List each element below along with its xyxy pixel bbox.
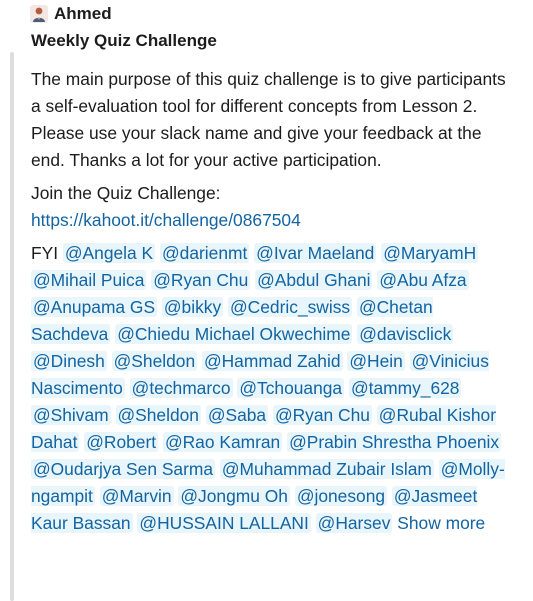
message: Ahmed Weekly Quiz Challenge The main pur…: [10, 0, 525, 601]
user-mention[interactable]: @Sheldon: [115, 405, 201, 425]
user-mention[interactable]: @Harsev: [315, 513, 393, 533]
author-name[interactable]: Ahmed: [54, 4, 112, 24]
attachment-description: The main purpose of this quiz challenge …: [31, 69, 506, 170]
user-mention[interactable]: @Rao Kamran: [162, 432, 283, 452]
user-mention[interactable]: @Sheldon: [111, 351, 198, 371]
fyi-paragraph: FYI @Angela K @darienmt @Ivar Maeland @M…: [31, 240, 511, 537]
author-row: Ahmed: [30, 3, 112, 25]
attachment-title: Weekly Quiz Challenge: [31, 31, 217, 50]
user-mention[interactable]: @Robert: [84, 432, 159, 452]
user-mention[interactable]: @Abu Afza: [377, 270, 469, 290]
user-mention[interactable]: @Hein: [347, 351, 405, 371]
user-mention[interactable]: @Jongmu Oh: [178, 486, 290, 506]
user-mention[interactable]: @Abdul Ghani: [255, 270, 373, 290]
user-mention[interactable]: @Hammad Zahid: [201, 351, 343, 371]
user-mention[interactable]: @Muhammad Zubair Islam: [219, 459, 434, 479]
user-mention[interactable]: @HUSSAIN LALLANI: [137, 513, 311, 533]
user-mention[interactable]: @Saba: [205, 405, 269, 425]
join-label: Join the Quiz Challenge:: [31, 183, 221, 203]
user-mention[interactable]: @tammy_628: [348, 378, 462, 398]
user-mention[interactable]: @Anupama GS: [31, 297, 158, 317]
attachment-body: The main purpose of this quiz challenge …: [31, 66, 511, 537]
user-mention[interactable]: @jonesong: [294, 486, 388, 506]
user-mention[interactable]: @Oudarjya Sen Sarma: [31, 459, 216, 479]
person-avatar-icon[interactable]: [30, 5, 48, 23]
user-mention[interactable]: @Ryan Chu: [151, 270, 251, 290]
user-mention[interactable]: @Marvin: [99, 486, 174, 506]
user-mention[interactable]: @Ryan Chu: [272, 405, 372, 425]
user-mention[interactable]: @Cedric_swiss: [228, 297, 353, 317]
user-mention[interactable]: @Prabin Shrestha Phoenix: [287, 432, 502, 452]
show-more-link[interactable]: Show more: [397, 513, 485, 533]
user-mention[interactable]: @Tchouanga: [237, 378, 345, 398]
user-mention[interactable]: @davisclick: [357, 324, 454, 344]
user-mention[interactable]: @darienmt: [160, 243, 250, 263]
user-mention[interactable]: @bikky: [161, 297, 224, 317]
join-link[interactable]: https://kahoot.it/challenge/0867504: [31, 210, 301, 230]
user-mention[interactable]: @Dinesh: [31, 351, 107, 371]
user-mention[interactable]: @Mihail Puica: [31, 270, 147, 290]
fyi-label: FYI: [31, 243, 59, 263]
attachment-quote-bar: [10, 52, 14, 601]
user-mention[interactable]: @MaryamH: [381, 243, 479, 263]
user-mention[interactable]: @Chiedu Michael Okwechime: [115, 324, 353, 344]
user-mention[interactable]: @Shivam: [31, 405, 111, 425]
user-mention[interactable]: @techmarco: [129, 378, 233, 398]
join-paragraph: Join the Quiz Challenge: https://kahoot.…: [31, 180, 511, 234]
user-mention[interactable]: @Ivar Maeland: [254, 243, 377, 263]
user-mention[interactable]: @Angela K: [62, 243, 156, 263]
attachment: Weekly Quiz Challenge The main purpose o…: [31, 30, 511, 543]
